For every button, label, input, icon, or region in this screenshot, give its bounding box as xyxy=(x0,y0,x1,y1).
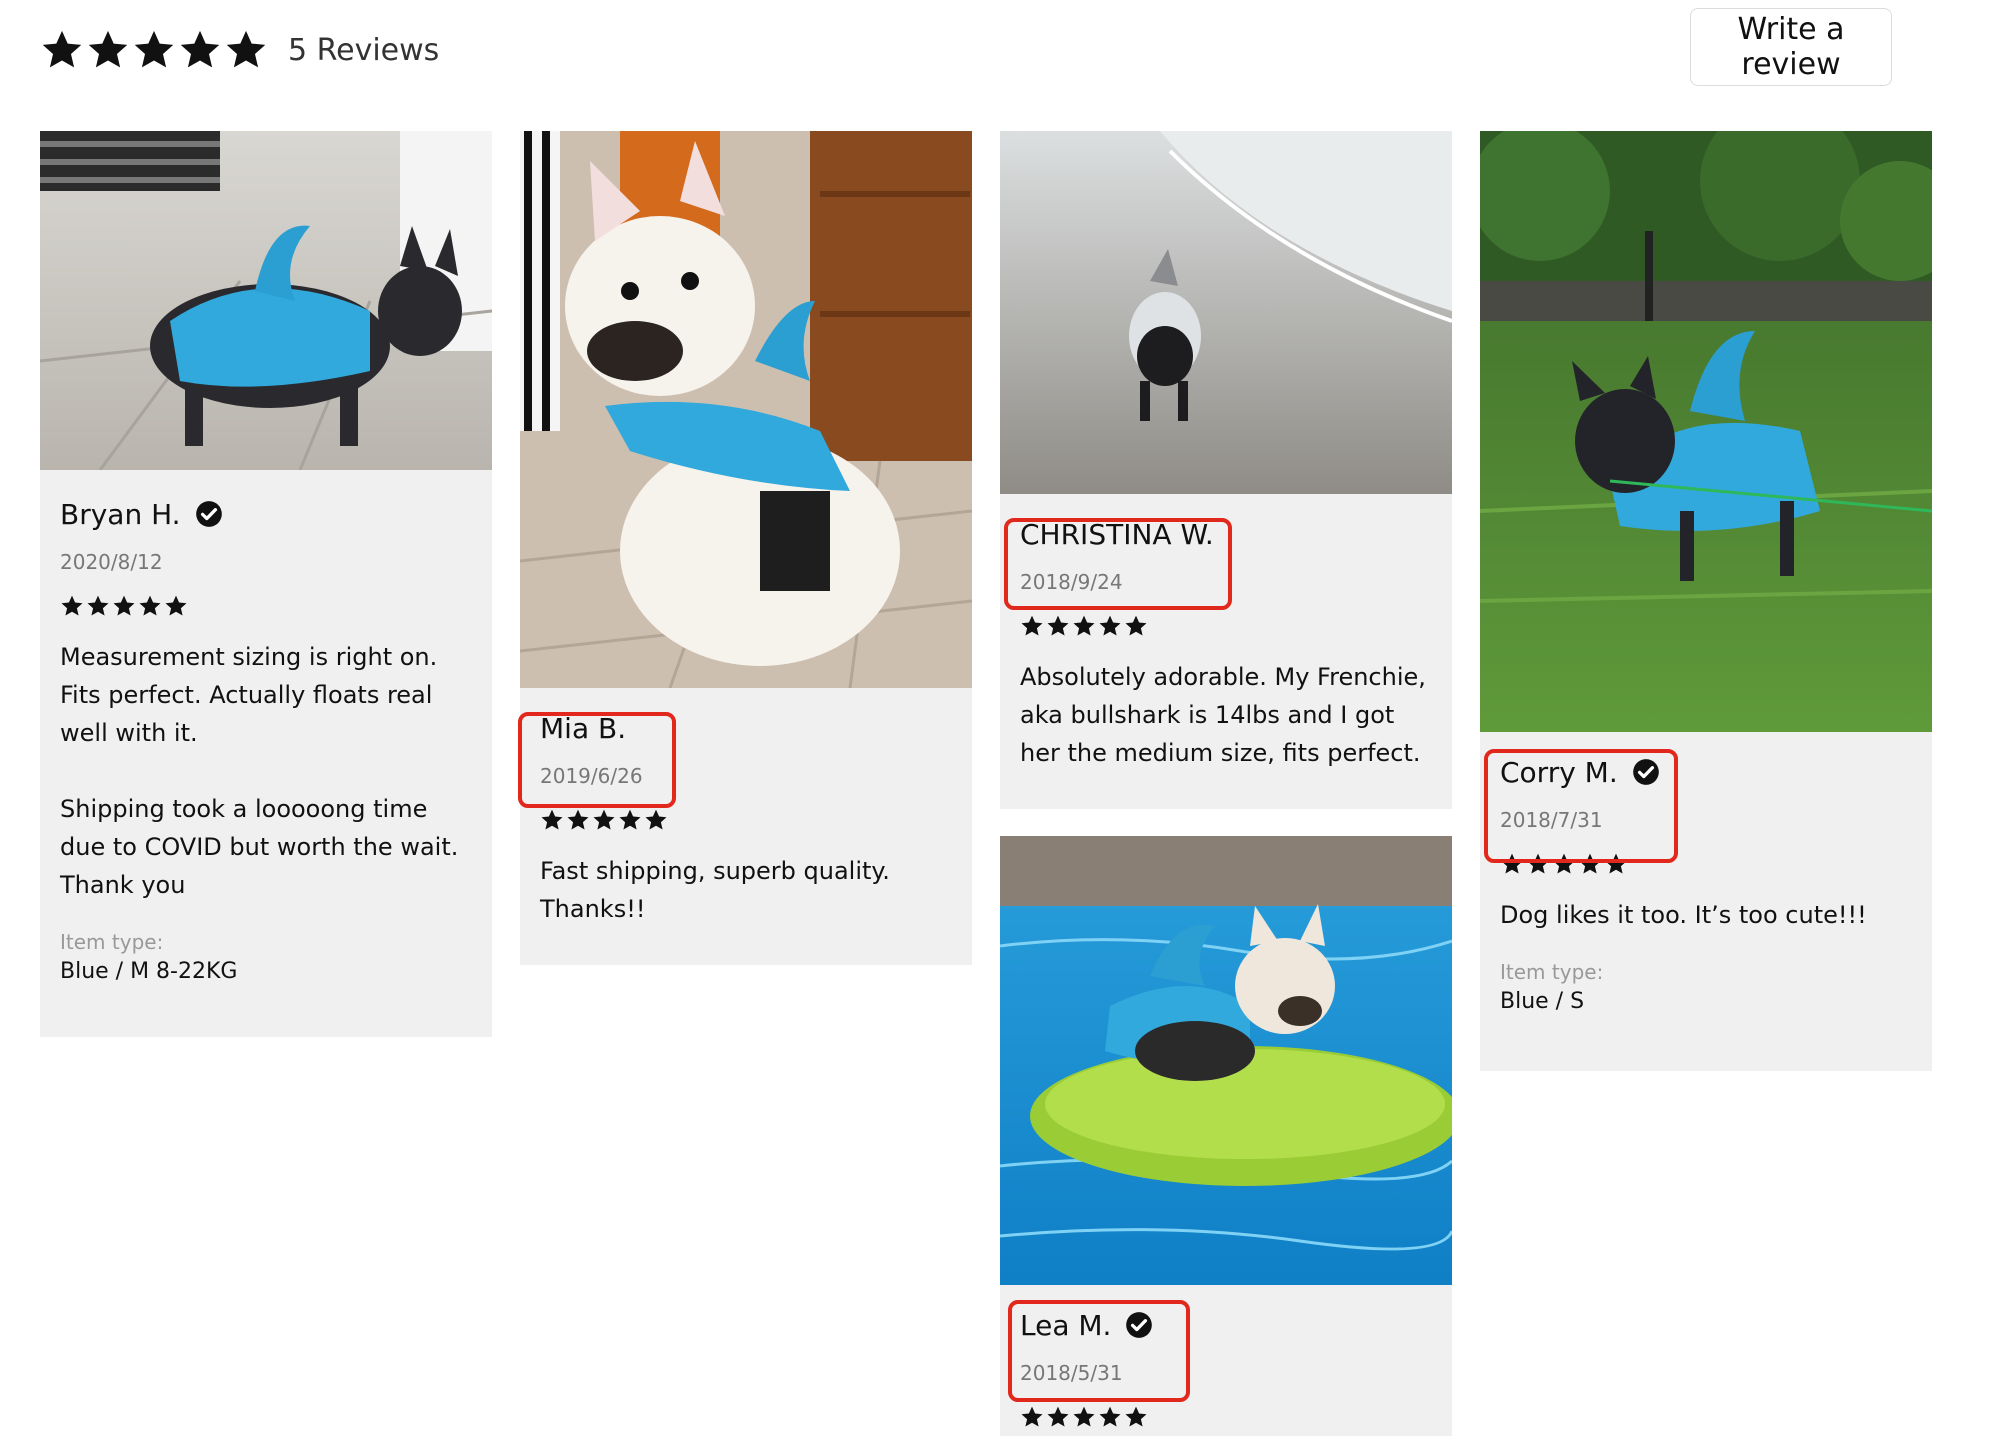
reviewer-name: CHRISTINA W. xyxy=(1020,517,1214,551)
review-text: Dog likes it too. It’s too cute!!! xyxy=(1500,901,1867,929)
star-icon xyxy=(1046,1405,1070,1429)
item-type-label: Item type: xyxy=(60,930,164,954)
reviewer-name: Bryan H. xyxy=(60,497,181,531)
item-type-value: Blue / M 8-22KG xyxy=(60,959,238,984)
review-date: 2018/7/31 xyxy=(1500,808,1603,832)
star-icon xyxy=(644,808,668,832)
star-icon xyxy=(1526,852,1550,876)
star-icon xyxy=(1604,852,1628,876)
item-type-label: Item type: xyxy=(1500,960,1604,984)
item-type-value: Blue / S xyxy=(1500,989,1585,1014)
star-icon xyxy=(592,808,616,832)
reviewer-name: Lea M. xyxy=(1020,1308,1112,1342)
star-icon xyxy=(1072,1405,1096,1429)
summary-stars xyxy=(40,28,268,72)
review-text: Absolutely adorable. My Frenchie, aka bu… xyxy=(1020,663,1426,767)
star-icon xyxy=(40,28,84,72)
dog-photo-icon[interactable] xyxy=(520,131,972,688)
star-icon xyxy=(86,594,110,618)
star-icon xyxy=(112,594,136,618)
review-stars xyxy=(1020,1405,1436,1429)
star-icon xyxy=(138,594,162,618)
star-icon xyxy=(164,594,188,618)
star-icon xyxy=(1500,852,1524,876)
review-stars xyxy=(1500,852,1916,876)
review-stars xyxy=(1020,614,1436,638)
review-count: 5 Reviews xyxy=(288,32,440,68)
reviewer-name: Mia B. xyxy=(540,711,627,745)
star-icon xyxy=(1124,614,1148,638)
review-card: Mia B. 2019/6/26 Fast shipping, superb q… xyxy=(520,131,972,965)
dog-photo-icon[interactable] xyxy=(1480,131,1932,732)
star-icon xyxy=(60,594,84,618)
verified-check-icon xyxy=(195,500,223,528)
star-icon xyxy=(1020,614,1044,638)
review-stars xyxy=(540,808,956,832)
star-icon xyxy=(1552,852,1576,876)
review-card: Lea M. 2018/5/31 xyxy=(1000,836,1452,1436)
star-icon xyxy=(132,28,176,72)
rating-summary: 5 Reviews xyxy=(40,22,439,78)
review-date: 2019/6/26 xyxy=(540,764,643,788)
star-icon xyxy=(1098,614,1122,638)
star-icon xyxy=(224,28,268,72)
dog-photo-icon[interactable] xyxy=(1000,836,1452,1285)
review-card: Corry M. 2018/7/31 Dog likes it too. It’… xyxy=(1480,131,1932,1071)
review-text: Measurement sizing is right on. Fits per… xyxy=(60,643,459,899)
verified-check-icon xyxy=(1125,1311,1153,1339)
star-icon xyxy=(618,808,642,832)
star-icon xyxy=(566,808,590,832)
review-stars xyxy=(60,594,476,618)
star-icon xyxy=(1020,1405,1044,1429)
star-icon xyxy=(540,808,564,832)
star-icon xyxy=(1072,614,1096,638)
review-card: Bryan H. 2020/8/12 Measurement sizing is… xyxy=(40,131,492,1037)
review-text: Fast shipping, superb quality. Thanks!! xyxy=(540,857,890,923)
star-icon xyxy=(1124,1405,1148,1429)
star-icon xyxy=(178,28,222,72)
star-icon xyxy=(1098,1405,1122,1429)
verified-check-icon xyxy=(1632,758,1660,786)
review-date: 2018/9/24 xyxy=(1020,570,1123,594)
review-card: CHRISTINA W. 2018/9/24 Absolutely adorab… xyxy=(1000,131,1452,809)
write-review-button[interactable]: Write a review xyxy=(1690,8,1892,86)
dog-photo-icon[interactable] xyxy=(40,131,492,470)
star-icon xyxy=(1046,614,1070,638)
star-icon xyxy=(86,28,130,72)
dog-photo-icon[interactable] xyxy=(1000,131,1452,494)
star-icon xyxy=(1578,852,1602,876)
review-date: 2018/5/31 xyxy=(1020,1361,1123,1385)
reviewer-name: Corry M. xyxy=(1500,755,1618,789)
review-date: 2020/8/12 xyxy=(60,550,163,574)
